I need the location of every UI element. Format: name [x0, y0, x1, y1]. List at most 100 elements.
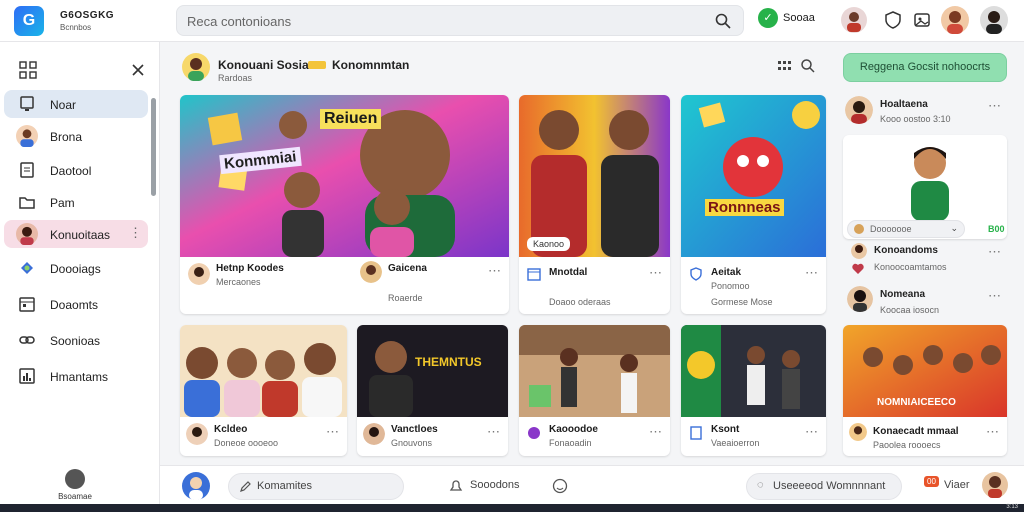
- sidebar-item-doaomts[interactable]: Doaomts: [4, 290, 148, 318]
- top-bar: G G6OSGKG Bcnnbos ✓ Sooaa: [0, 0, 1024, 42]
- more-options-icon[interactable]: ⋯: [805, 265, 818, 281]
- card-title-2: Gaicena: [388, 263, 427, 274]
- card-title: Hetnp Koodes: [216, 263, 284, 274]
- list-item-subtitle: Kooo oostoo 3:10: [880, 114, 951, 124]
- more-options-icon[interactable]: ⋯: [487, 424, 500, 440]
- sidebar-footer[interactable]: Bsoamae: [40, 469, 110, 501]
- monitor-icon: [20, 96, 34, 111]
- list-item-title: Konoandoms: [874, 245, 938, 256]
- avatar[interactable]: [845, 96, 873, 124]
- sidebar-item-pam[interactable]: Pam: [4, 188, 148, 216]
- heart-icon[interactable]: [851, 262, 865, 276]
- puzzle-icon: [528, 427, 540, 439]
- sidebar-item-noar[interactable]: Noar: [4, 90, 148, 118]
- thumbnail-image: [681, 95, 826, 257]
- video-card[interactable]: NOMNIAICEECO Konaecadt mmaal Paoolea roo…: [843, 325, 1007, 456]
- thumbnail-badge: Kaonoo: [527, 237, 571, 251]
- close-icon[interactable]: [130, 62, 146, 78]
- more-options-icon[interactable]: ⋯: [988, 98, 1001, 114]
- card-subtitle: Paoolea roooecs: [873, 440, 941, 450]
- comment-field[interactable]: Komamites: [228, 473, 404, 500]
- search-bar[interactable]: [176, 5, 744, 36]
- card-subtitle: Doneoe oooeoo: [214, 438, 279, 448]
- card-title: Vanctloes: [391, 424, 438, 435]
- search-input[interactable]: [187, 12, 687, 30]
- thumbnail-banner: Ronnneas: [705, 199, 784, 216]
- channel-tag: [308, 61, 326, 69]
- video-card[interactable]: THEMNTUS Vanctloes Gnouvons ⋯: [357, 325, 508, 456]
- card-title: Mnotdal: [549, 267, 588, 278]
- avatar: [16, 223, 38, 245]
- card-title: Konaecadt mmaal: [873, 426, 959, 437]
- avatar: [854, 224, 864, 234]
- video-card[interactable]: Ronnneas Aeitak Ponomoo Gormese Mose ⋯: [681, 95, 826, 314]
- sidebar-item-hmantams[interactable]: Hmantams: [4, 362, 148, 390]
- puzzle-icon: [21, 262, 33, 274]
- list-item-title: Nomeana: [880, 289, 926, 300]
- avatar[interactable]: [851, 243, 867, 259]
- profile-illustration: [911, 147, 949, 221]
- more-options-icon[interactable]: ⋯: [988, 244, 1001, 260]
- more-options-icon[interactable]: ⋯: [649, 424, 662, 440]
- dropdown-label: Dooooooe: [870, 224, 912, 234]
- more-options-icon[interactable]: ⋯: [805, 424, 818, 440]
- app-logo[interactable]: G: [14, 6, 44, 36]
- video-card[interactable]: Kaonoo Mnotdal Doaoo oderaas ⋯: [519, 95, 670, 314]
- avatar[interactable]: [982, 472, 1008, 498]
- avatar[interactable]: [847, 286, 873, 312]
- brand-title: G6OSGKG: [60, 10, 115, 21]
- search-icon[interactable]: [800, 58, 816, 74]
- bell-icon[interactable]: [448, 478, 464, 494]
- sidebar-scrollbar[interactable]: [151, 98, 156, 196]
- more-options-icon[interactable]: ⋯: [326, 424, 339, 440]
- stats-icon: [19, 368, 35, 384]
- video-card-featured[interactable]: Reiuen Konmmiai Hetnp Koodes Mercaones G…: [180, 95, 509, 314]
- sidebar-item-brona[interactable]: Brona: [4, 122, 148, 150]
- avatar: [16, 125, 38, 147]
- video-card[interactable]: Kaooodoe Fonaoadin ⋯: [519, 325, 670, 456]
- user-avatar[interactable]: [182, 472, 210, 500]
- author-avatar: [188, 263, 210, 285]
- avatar: [841, 7, 867, 33]
- sidebar-item-konuoitaas[interactable]: Konuoitaas ⋮: [4, 220, 148, 248]
- grid-icon[interactable]: [18, 60, 38, 80]
- sidebar: Noar Brona Daotool Pam Konuoitaas ⋮ Dooo…: [0, 42, 160, 504]
- filter-dropdown[interactable]: Dooooooe ⌄: [847, 220, 965, 238]
- message-field[interactable]: ◌ Useeeeod Womnnnant: [746, 473, 902, 500]
- sidebar-item-label: Daotool: [50, 164, 92, 178]
- sidebar-item-daotool[interactable]: Daotool: [4, 156, 148, 184]
- search-icon[interactable]: [715, 13, 731, 29]
- video-card[interactable]: Ksont Vaeaioerron ⋯: [681, 325, 826, 456]
- sidebar-item-label: Pam: [50, 196, 75, 210]
- thumbnail-banner: Reiuen: [320, 109, 382, 129]
- more-options-icon[interactable]: ⋯: [649, 265, 662, 281]
- status-indicator[interactable]: ✓ Sooaa: [758, 8, 815, 28]
- more-options-icon[interactable]: ⋯: [986, 424, 999, 440]
- user-label: Viaer: [944, 479, 970, 491]
- profile-avatar-1[interactable]: [840, 6, 868, 34]
- calendar-icon: [527, 268, 541, 281]
- more-vertical-icon[interactable]: ⋮: [129, 225, 142, 241]
- sidebar-item-doooiags[interactable]: Doooiags: [4, 254, 148, 282]
- author-avatar: [363, 423, 385, 445]
- list-item-subtitle: Konoocoamtamos: [874, 262, 947, 272]
- channel-avatar[interactable]: [182, 53, 210, 81]
- chat-icon: ◌: [757, 479, 764, 491]
- smile-icon[interactable]: [552, 478, 568, 494]
- shield-button[interactable]: [879, 6, 907, 34]
- author-avatar: [186, 423, 208, 445]
- video-card[interactable]: Kcldeo Doneoe oooeoo ⋯: [180, 325, 347, 456]
- sidebar-item-soonioas[interactable]: Soonioas: [4, 326, 148, 354]
- more-options-icon[interactable]: ⋯: [488, 263, 501, 279]
- card-subtitle: Mercaones: [216, 277, 261, 287]
- action-label[interactable]: Sooodons: [470, 479, 520, 491]
- profile-avatar-3[interactable]: [980, 6, 1008, 34]
- more-options-icon[interactable]: ⋯: [988, 288, 1001, 304]
- image-button[interactable]: [908, 6, 936, 34]
- sidebar-item-label: Hmantams: [50, 370, 109, 384]
- grid-view-icon[interactable]: [778, 61, 792, 73]
- profile-avatar-2[interactable]: [941, 6, 969, 34]
- channel-name: Konouani Sosia: [218, 58, 309, 72]
- card-title: Ksont: [711, 424, 740, 435]
- primary-action-button[interactable]: Reggena Gocsit nohoocrts: [843, 53, 1007, 82]
